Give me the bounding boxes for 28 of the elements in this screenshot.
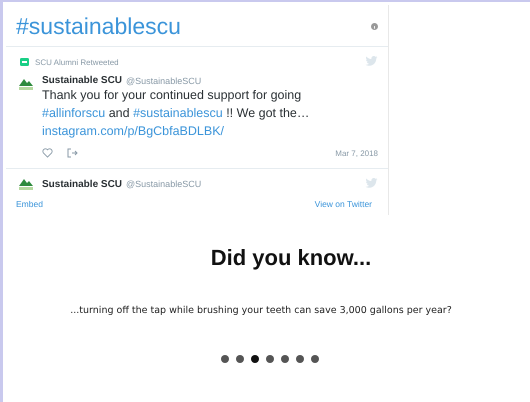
share-icon[interactable]	[67, 148, 78, 158]
timeline-title: #sustainablescu	[16, 13, 181, 40]
author-handle[interactable]: @SustainableSCU	[126, 76, 202, 86]
retweet-label: SCU Alumni Retweeted	[35, 58, 119, 66]
tweet-date[interactable]: Mar 7, 2018	[335, 148, 378, 158]
author-name[interactable]: Sustainable SCU	[42, 75, 122, 86]
author-name[interactable]: Sustainable SCU	[42, 178, 122, 190]
fact-text: ...turning off the tap while brushing your teeth can save 3,000 gallons per year?	[70, 305, 452, 316]
bird-icon	[365, 178, 378, 188]
heart-icon[interactable]	[42, 148, 53, 158]
hashtag-link[interactable]: #allinforscu	[42, 106, 106, 120]
carousel-dot[interactable]	[266, 355, 274, 363]
fact-heading: Did you know...	[210, 245, 372, 271]
tweet-text: Thank you for your continued support for going #allinforscu and #sustainablescu !! We got the… instagram.com/p/BgCbfaBDLBK/	[42, 87, 310, 140]
carousel-dot[interactable]	[281, 355, 289, 363]
retweet-icon	[20, 58, 29, 66]
carousel-dot[interactable]	[311, 355, 319, 363]
tweet-link[interactable]: instagram.com/p/BgCbfaBDLBK/	[42, 124, 224, 138]
carousel-dot[interactable]	[236, 355, 244, 363]
carousel-dot[interactable]	[221, 355, 229, 363]
embed-link[interactable]: Embed	[16, 199, 43, 209]
view-on-twitter-link[interactable]: View on Twitter	[314, 199, 372, 209]
carousel-dot[interactable]	[251, 355, 259, 363]
bird-icon	[365, 56, 378, 66]
hashtag-link[interactable]: #sustainablescu	[133, 106, 223, 120]
author-handle[interactable]: @SustainableSCU	[126, 179, 202, 189]
info-icon[interactable]	[371, 23, 378, 30]
carousel-dot[interactable]	[296, 355, 304, 363]
